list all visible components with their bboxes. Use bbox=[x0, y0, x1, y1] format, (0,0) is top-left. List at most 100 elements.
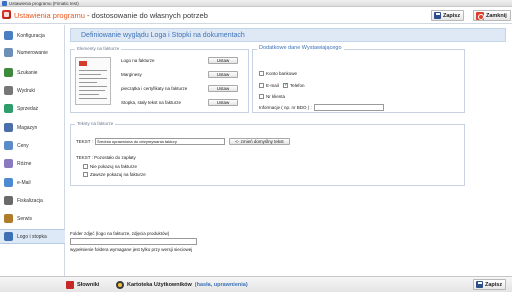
wrench-icon bbox=[4, 31, 13, 40]
users-button[interactable]: Kartoteka Użytkowników (hasła, uprawnien… bbox=[116, 281, 248, 289]
app-icon bbox=[2, 1, 7, 6]
sidebar-item-numerowanie[interactable]: Numerowanie bbox=[0, 45, 65, 60]
sidebar-item-fiskalizacja[interactable]: Fiskalizacja bbox=[0, 193, 65, 208]
footer-save-button[interactable]: Zapisz bbox=[473, 279, 507, 290]
logo-footer-icon bbox=[4, 232, 13, 241]
footer-save-label: Zapisz bbox=[485, 281, 503, 288]
dictionaries-label: Słowniki bbox=[77, 282, 100, 288]
client-number-checkbox[interactable] bbox=[259, 94, 264, 99]
sidebar-item-wydruki[interactable]: Wydruki bbox=[0, 83, 65, 98]
issuer-extra-data-group: Dodatkowe dane Wystawiającego Konto bank… bbox=[252, 45, 465, 113]
fiscal-icon bbox=[4, 196, 13, 205]
set-footer-button[interactable]: Ustaw bbox=[208, 99, 238, 106]
email-label: E-mail bbox=[266, 83, 279, 88]
email-icon bbox=[4, 178, 13, 187]
set-logo-button[interactable]: Ustaw bbox=[208, 57, 238, 64]
bdo-info-input[interactable] bbox=[314, 104, 384, 111]
sidebar-item-label: Serwis bbox=[17, 215, 33, 222]
header: Ustawienia programu - dostosowanie do wł… bbox=[0, 7, 512, 24]
users-label: Kartoteka Użytkowników bbox=[127, 282, 192, 288]
change-default-text-button[interactable]: <- zmień domyślny tekst bbox=[229, 138, 290, 145]
sidebar-item-email[interactable]: e-Mail bbox=[0, 175, 65, 190]
text-label: TEKST : bbox=[76, 139, 93, 144]
printer-icon bbox=[4, 86, 13, 95]
bank-account-checkbox[interactable] bbox=[259, 71, 264, 76]
footer-row-label: Stopka, stały tekst na fakturze bbox=[121, 100, 182, 105]
sidebar-item-label: Różne bbox=[17, 160, 32, 167]
users-sublabel: (hasła, uprawnienia) bbox=[194, 282, 248, 288]
phone-checkbox[interactable] bbox=[283, 82, 288, 88]
cart-icon bbox=[4, 104, 13, 113]
save-button-label: Zapisz bbox=[443, 12, 461, 19]
hide-on-invoice-checkbox[interactable] bbox=[83, 164, 88, 169]
dictionaries-button[interactable]: Słowniki bbox=[66, 281, 99, 289]
service-icon bbox=[4, 214, 13, 223]
sidebar-item-label: Wydruki bbox=[17, 87, 36, 94]
window-titlebar: Ustawienia programu (Fimatic test) bbox=[0, 0, 512, 7]
window-title: Ustawienia programu (Fimatic test) bbox=[9, 1, 79, 6]
sidebar-item-label: Logo i stopka bbox=[17, 233, 47, 240]
sidebar-item-ceny[interactable]: Ceny bbox=[0, 138, 65, 153]
sidebar-item-logo-i-stopka[interactable]: Logo i stopka bbox=[0, 229, 65, 244]
warehouse-icon bbox=[4, 123, 13, 132]
page-title-rest: - dostosowanie do własnych potrzeb bbox=[84, 11, 208, 20]
sidebar-item-label: Magazyn bbox=[17, 124, 38, 131]
misc-icon bbox=[4, 159, 13, 168]
sidebar: Konfiguracja Numerowanie Szukanie Wydruk… bbox=[0, 25, 65, 276]
numbering-icon bbox=[4, 48, 13, 57]
book-icon bbox=[66, 281, 74, 289]
set-margins-button[interactable]: Ustaw bbox=[208, 71, 238, 78]
logo-row-label: Logo na fakturze bbox=[121, 58, 155, 63]
floppy-disk-icon bbox=[476, 281, 483, 288]
sidebar-item-szukanie[interactable]: Szukanie bbox=[0, 65, 65, 80]
invoice-texts-title: Teksty na fakturze bbox=[75, 121, 116, 126]
stamp-row-label: pieczątka i certyfikaty na fakturze bbox=[121, 86, 188, 91]
floppy-disk-icon bbox=[434, 12, 441, 19]
sidebar-item-sprzedaz[interactable]: Sprzedaż bbox=[0, 101, 65, 116]
section-banner-title: Definiowanie wyglądu Loga i Stopki na do… bbox=[81, 32, 245, 39]
invoice-preview-thumbnail bbox=[75, 57, 111, 105]
always-show-label: Zawsze pokazuj na fakturze bbox=[90, 172, 146, 177]
sidebar-item-serwis[interactable]: Serwis bbox=[0, 211, 65, 226]
page-title-accent: Ustawienia programu bbox=[14, 11, 85, 20]
save-button[interactable]: Zapisz bbox=[431, 10, 465, 21]
settings-logo-icon bbox=[2, 10, 11, 19]
sidebar-item-magazyn[interactable]: Magazyn bbox=[0, 120, 65, 135]
client-number-label: Nr klienta bbox=[266, 94, 286, 99]
prices-icon bbox=[4, 141, 13, 150]
sidebar-item-label: e-Mail bbox=[17, 179, 31, 186]
photo-folder-input[interactable] bbox=[70, 238, 197, 245]
close-button-label: Zamknij bbox=[486, 12, 507, 19]
search-icon bbox=[4, 68, 13, 77]
section-banner: Definiowanie wyglądu Loga i Stopki na do… bbox=[70, 28, 506, 42]
text-remaining-label: TEKST : Pozostało do zapłaty bbox=[76, 155, 136, 160]
sidebar-item-label: Numerowanie bbox=[17, 49, 48, 56]
email-checkbox[interactable] bbox=[259, 83, 264, 88]
main-panel: Definiowanie wyglądu Loga i Stopki na do… bbox=[66, 25, 512, 276]
users-icon bbox=[116, 281, 124, 289]
margins-row-label: Marginesy bbox=[121, 72, 142, 77]
power-icon bbox=[476, 11, 484, 20]
sidebar-item-label: Fiskalizacja bbox=[17, 197, 43, 204]
footer-bar: Słowniki Kartoteka Użytkowników (hasła, … bbox=[0, 276, 512, 292]
close-button[interactable]: Zamknij bbox=[473, 10, 511, 21]
always-show-checkbox[interactable] bbox=[83, 172, 88, 177]
sidebar-item-label: Sprzedaż bbox=[17, 105, 39, 112]
sidebar-item-label: Konfiguracja bbox=[17, 32, 45, 39]
sidebar-item-konfiguracja[interactable]: Konfiguracja bbox=[0, 28, 65, 43]
set-stamp-button[interactable]: Ustaw bbox=[208, 85, 238, 92]
bdo-info-label: Informacje ( np. nr BDO ) : bbox=[259, 105, 312, 110]
invoice-elements-group: Elementy na fakturze Logo na fakturze Us… bbox=[70, 46, 249, 113]
phone-label: Telefon bbox=[290, 83, 305, 88]
photo-folder-label: Folder zdjęć (logo na fakturze, zdjęcia … bbox=[70, 231, 170, 236]
sidebar-item-label: Ceny bbox=[17, 142, 29, 149]
invoice-text-input[interactable]: Średnia uprawniona do otrzymywania faktu… bbox=[95, 138, 225, 145]
hide-on-invoice-label: Nie pokazuj na fakturze bbox=[90, 164, 138, 169]
sidebar-item-label: Szukanie bbox=[17, 69, 38, 76]
invoice-elements-title: Elementy na fakturze bbox=[75, 46, 122, 51]
invoice-texts-group: Teksty na fakturze TEKST : Średnia upraw… bbox=[70, 121, 465, 186]
issuer-extra-data-title: Dodatkowe dane Wystawiającego bbox=[257, 45, 344, 51]
photo-folder-hint: wypełnienie foldera wymagane jest tylko … bbox=[70, 247, 193, 252]
page-title: Ustawienia programu - dostosowanie do wł… bbox=[14, 11, 208, 20]
sidebar-item-rozne[interactable]: Różne bbox=[0, 156, 65, 171]
